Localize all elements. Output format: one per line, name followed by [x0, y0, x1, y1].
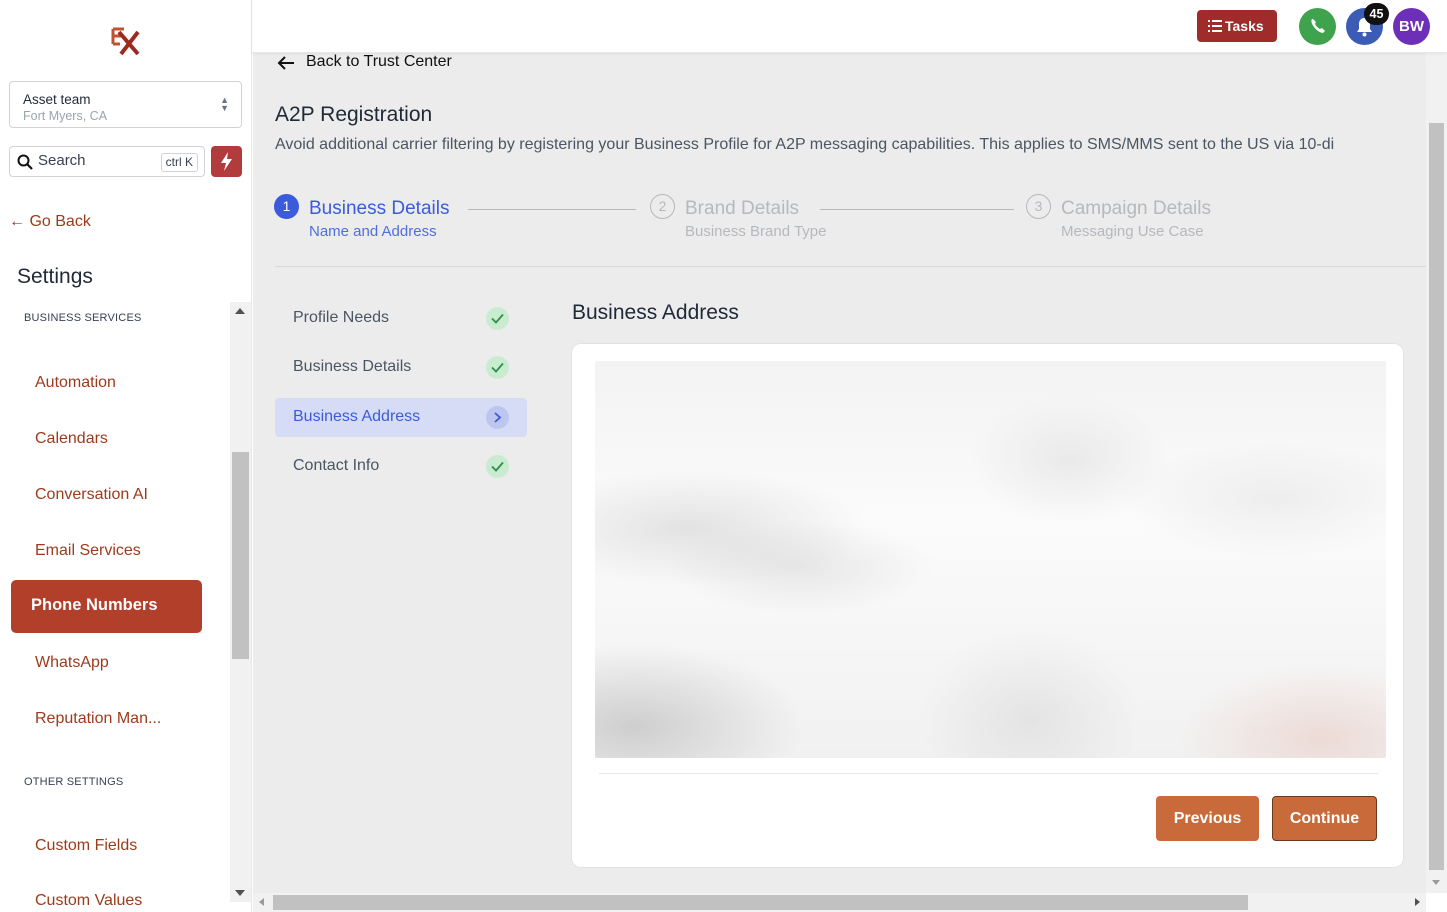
- account-name: Asset team: [23, 92, 91, 107]
- chevron-up-down-icon: ▲ ▼: [220, 95, 229, 113]
- tasks-button[interactable]: Tasks: [1197, 10, 1277, 42]
- step-3-subtitle: Messaging Use Case: [1061, 223, 1204, 240]
- sidebar-item-conversation-ai[interactable]: Conversation AI: [35, 486, 148, 504]
- go-back-link[interactable]: ← Go Back: [9, 213, 91, 231]
- arrow-left-icon: [277, 56, 294, 70]
- step-3-number: 3: [1026, 194, 1051, 219]
- continue-button[interactable]: Continue: [1272, 796, 1377, 841]
- user-avatar[interactable]: BW: [1393, 8, 1430, 45]
- sidebar-item-phone-numbers[interactable]: Phone Numbers: [11, 580, 202, 633]
- substep-business-address[interactable]: Business Address: [275, 398, 527, 437]
- scroll-down-arrow-icon[interactable]: [1432, 880, 1440, 885]
- quick-actions-button[interactable]: [211, 146, 242, 177]
- notification-count-badge: 45: [1364, 3, 1389, 25]
- substep-business-details[interactable]: Business Details: [275, 348, 527, 387]
- scroll-up-arrow-icon[interactable]: [235, 308, 245, 314]
- section-business-services: BUSINESS SERVICES: [24, 312, 142, 324]
- chevron-right-icon: [486, 406, 509, 429]
- settings-title: Settings: [17, 265, 93, 288]
- account-switcher[interactable]: Asset team Fort Myers, CA ▲ ▼: [9, 81, 242, 128]
- sidebar-item-calendars[interactable]: Calendars: [35, 430, 108, 448]
- search-icon: [17, 154, 33, 170]
- step-1-title[interactable]: Business Details: [309, 198, 449, 220]
- sidebar-item-automation[interactable]: Automation: [35, 374, 116, 392]
- substep-label: Contact Info: [293, 457, 380, 474]
- arrow-left-icon: ←: [9, 213, 25, 230]
- sidebar-item-custom-values[interactable]: Custom Values: [35, 892, 142, 910]
- go-back-label: Go Back: [29, 213, 91, 230]
- brand-logo[interactable]: [110, 24, 142, 58]
- sidebar: Asset team Fort Myers, CA ▲ ▼ Search ctrl…: [0, 0, 252, 912]
- horizontal-scrollbar-thumb[interactable]: [273, 895, 1248, 910]
- search-label: Search: [38, 152, 86, 169]
- main-vertical-scrollbar[interactable]: [1426, 53, 1447, 893]
- redacted-address-form: [595, 361, 1386, 758]
- step-2-title[interactable]: Brand Details: [685, 198, 799, 220]
- main-content: Back to Trust Center A2P Registration Av…: [253, 53, 1426, 893]
- previous-button[interactable]: Previous: [1156, 796, 1259, 841]
- step-2-number: 2: [650, 194, 675, 219]
- tasks-label: Tasks: [1225, 18, 1264, 34]
- substep-contact-info[interactable]: Contact Info: [275, 447, 527, 486]
- scroll-left-arrow-icon[interactable]: [259, 898, 264, 906]
- step-1-subtitle: Name and Address: [309, 223, 437, 240]
- search-input[interactable]: Search ctrl K: [9, 146, 205, 177]
- sidebar-item-whatsapp[interactable]: WhatsApp: [35, 654, 109, 672]
- settings-menu: BUSINESS SERVICES Automation Calendars C…: [0, 302, 230, 912]
- sidebar-item-reputation-management[interactable]: Reputation Man...: [35, 710, 161, 728]
- substep-profile-needs[interactable]: Profile Needs: [275, 299, 527, 338]
- step-connector: [820, 209, 1014, 210]
- checklist-icon: [1208, 20, 1222, 32]
- check-circle-icon: [486, 356, 509, 379]
- substep-label: Business Details: [293, 358, 412, 375]
- card-divider: [599, 773, 1378, 774]
- substep-label: Business Address: [293, 408, 421, 425]
- step-connector: [468, 209, 636, 210]
- substep-label: Profile Needs: [293, 309, 390, 326]
- section-other-settings: OTHER SETTINGS: [24, 776, 124, 788]
- scroll-down-arrow-icon[interactable]: [235, 890, 245, 896]
- page-description: Avoid additional carrier filtering by re…: [275, 136, 1335, 153]
- check-circle-icon: [486, 307, 509, 330]
- business-address-title: Business Address: [572, 301, 739, 324]
- sidebar-item-custom-fields[interactable]: Custom Fields: [35, 837, 137, 855]
- account-location: Fort Myers, CA: [23, 109, 108, 123]
- main-scrollbar-thumb[interactable]: [1429, 123, 1444, 870]
- stepper-divider: [275, 266, 1426, 267]
- phone-button[interactable]: [1299, 8, 1336, 45]
- sidebar-scrollbar[interactable]: [230, 302, 251, 902]
- scroll-right-arrow-icon[interactable]: [1415, 898, 1420, 906]
- back-link-label: Back to Trust Center: [306, 53, 452, 70]
- business-address-card: Previous Continue: [571, 343, 1404, 868]
- main-horizontal-scrollbar[interactable]: [253, 893, 1426, 912]
- step-2-subtitle: Business Brand Type: [685, 223, 827, 240]
- lightning-icon: [221, 152, 232, 171]
- back-to-trust-center-link[interactable]: Back to Trust Center: [277, 53, 452, 71]
- sidebar-item-email-services[interactable]: Email Services: [35, 542, 141, 560]
- step-3-title[interactable]: Campaign Details: [1061, 198, 1211, 220]
- search-shortcut: ctrl K: [160, 153, 198, 172]
- step-1-number: 1: [274, 194, 299, 219]
- check-circle-icon: [486, 455, 509, 478]
- page-title: A2P Registration: [275, 103, 433, 126]
- phone-icon: [1311, 19, 1325, 33]
- top-bar: Tasks 45 BW: [252, 0, 1447, 53]
- sidebar-scrollbar-thumb[interactable]: [232, 452, 249, 659]
